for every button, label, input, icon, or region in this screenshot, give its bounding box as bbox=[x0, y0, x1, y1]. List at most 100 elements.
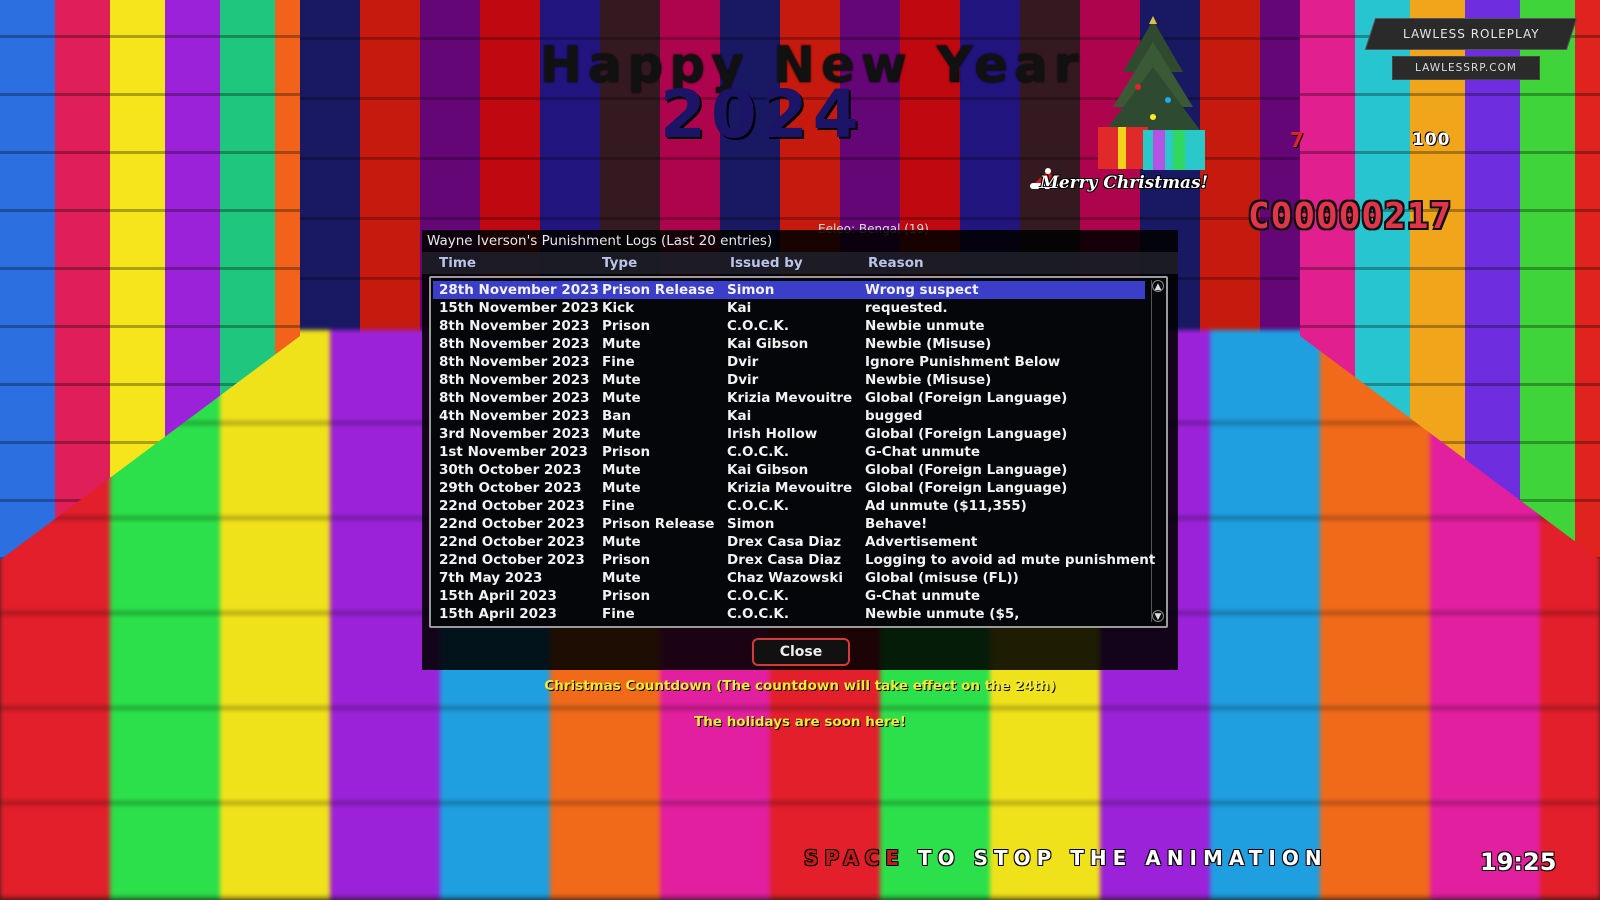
row-reason: Global (Foreign Language) bbox=[865, 426, 1068, 442]
row-time: 3rd November 2023 bbox=[439, 426, 590, 442]
row-issued-by: C.O.C.K. bbox=[727, 318, 789, 334]
row-issued-by: Kai bbox=[727, 408, 752, 424]
table-row[interactable]: 8th November 2023 Prison C.O.C.K. Newbie un… bbox=[433, 317, 1145, 335]
row-type: Mute bbox=[602, 426, 641, 442]
row-issued-by: Kai Gibson bbox=[727, 336, 809, 352]
row-time: 8th November 2023 bbox=[439, 318, 590, 334]
row-reason: bugged bbox=[865, 408, 923, 424]
health-value: 100 bbox=[1412, 130, 1451, 150]
row-reason: Ignore Punishment Below bbox=[865, 354, 1061, 370]
punishment-list[interactable]: ▲ ▼ 28th November 2023 Prison Release Simo… bbox=[429, 276, 1168, 628]
row-type: Prison bbox=[602, 588, 651, 604]
row-type: Mute bbox=[602, 480, 641, 496]
table-row[interactable]: 29th October 2023 Mute Krizia Mevouitre Glo… bbox=[433, 479, 1145, 497]
christmas-countdown-message: Christmas Countdown (The countdown will … bbox=[544, 678, 1056, 694]
table-row[interactable]: 15th April 2023 Fine C.O.C.K. Newbie unmute… bbox=[433, 605, 1145, 623]
row-time: 7th May 2023 bbox=[439, 570, 543, 586]
row-time: 29th October 2023 bbox=[439, 480, 582, 496]
row-time: 28th November 2023 bbox=[439, 282, 599, 298]
row-type: Mute bbox=[602, 372, 641, 388]
row-time: 22nd October 2023 bbox=[439, 534, 585, 550]
row-type: Mute bbox=[602, 462, 641, 478]
table-row[interactable]: 4th November 2023 Ban Kai bugged bbox=[433, 407, 1145, 425]
row-issued-by: Krizia Mevouitre bbox=[727, 390, 853, 406]
row-type: Ban bbox=[602, 408, 632, 424]
row-issued-by: Drex Casa Diaz bbox=[727, 534, 842, 550]
row-time: 15th April 2023 bbox=[439, 606, 557, 622]
table-row[interactable]: 22nd October 2023 Prison Release Simon Beha… bbox=[433, 515, 1145, 533]
row-issued-by: Simon bbox=[727, 282, 775, 298]
row-reason: Logging to avoid ad mute punishment bbox=[865, 552, 1156, 568]
table-row[interactable]: 8th November 2023 Fine Dvir Ignore Punishme… bbox=[433, 353, 1145, 371]
table-row[interactable]: 8th November 2023 Mute Kai Gibson Newbie (M… bbox=[433, 335, 1145, 353]
row-reason: Newbie (Misuse) bbox=[865, 336, 992, 352]
row-time: 30th October 2023 bbox=[439, 462, 582, 478]
row-type: Fine bbox=[602, 354, 635, 370]
row-issued-by: Dvir bbox=[727, 372, 759, 388]
stop-animation-label: TO STOP THE ANIMATION bbox=[918, 846, 1328, 870]
list-scrollbar[interactable]: ▲ ▼ bbox=[1151, 280, 1164, 622]
table-row[interactable]: 28th November 2023 Prison Release Simon Wro… bbox=[433, 281, 1145, 299]
column-header-issued-by: Issued by bbox=[730, 255, 803, 271]
row-type: Prison Release bbox=[602, 516, 715, 532]
table-row[interactable]: 1st November 2023 Prison C.O.C.K. G-Chat un… bbox=[433, 443, 1145, 461]
row-time: 15th November 2023 bbox=[439, 300, 599, 316]
row-issued-by: C.O.C.K. bbox=[727, 588, 789, 604]
row-reason: Newbie unmute bbox=[865, 318, 985, 334]
row-reason: Global (Foreign Language) bbox=[865, 480, 1068, 496]
table-row[interactable]: 3rd November 2023 Mute Irish Hollow Global … bbox=[433, 425, 1145, 443]
row-issued-by: Dvir bbox=[727, 354, 759, 370]
server-name-label: LAWLESS ROLEPLAY bbox=[1402, 27, 1540, 41]
row-reason: Newbie (Misuse) bbox=[865, 372, 992, 388]
scroll-up-icon[interactable]: ▲ bbox=[1152, 280, 1164, 292]
row-reason: G-Chat unmute bbox=[865, 444, 980, 460]
row-type: Fine bbox=[602, 498, 635, 514]
stop-animation-hint: SPACE TO STOP THE ANIMATION bbox=[804, 846, 1328, 870]
row-reason: Behave! bbox=[865, 516, 928, 532]
table-row[interactable]: 15th April 2023 Prison C.O.C.K. G-Chat unmu… bbox=[433, 587, 1145, 605]
row-reason: Advertisement bbox=[865, 534, 978, 550]
table-row[interactable]: 8th November 2023 Mute Dvir Newbie (Misuse) bbox=[433, 371, 1145, 389]
space-key-label: SPACE bbox=[804, 846, 906, 870]
row-time: 22nd October 2023 bbox=[439, 516, 585, 532]
table-row[interactable]: 22nd October 2023 Fine C.O.C.K. Ad unmute (… bbox=[433, 497, 1145, 515]
row-time: 8th November 2023 bbox=[439, 372, 590, 388]
row-reason: requested. bbox=[865, 300, 948, 316]
row-issued-by: C.O.C.K. bbox=[727, 606, 789, 622]
row-issued-by: C.O.C.K. bbox=[727, 498, 789, 514]
row-issued-by: Kai bbox=[727, 300, 752, 316]
table-row[interactable]: 22nd October 2023 Mute Drex Casa Diaz Adver… bbox=[433, 533, 1145, 551]
row-issued-by: Krizia Mevouitre bbox=[727, 480, 853, 496]
server-name-badge: LAWLESS ROLEPLAY bbox=[1364, 18, 1578, 50]
wanted-level: 7 bbox=[1290, 128, 1304, 152]
column-header-time: Time bbox=[439, 255, 477, 271]
table-row[interactable]: 15th November 2023 Kick Kai requested. bbox=[433, 299, 1145, 317]
row-reason: Global (misuse (FL)) bbox=[865, 570, 1019, 586]
row-type: Fine bbox=[602, 606, 635, 622]
row-issued-by: Chaz Wazowski bbox=[727, 570, 843, 586]
christmas-tree-icon bbox=[1098, 16, 1205, 170]
money-display: C00000217 bbox=[1248, 196, 1453, 237]
holidays-message: The holidays are soon here! bbox=[694, 714, 906, 730]
row-issued-by: Drex Casa Diaz bbox=[727, 552, 842, 568]
table-row[interactable]: 30th October 2023 Mute Kai Gibson Global (F… bbox=[433, 461, 1145, 479]
table-row[interactable]: 22nd October 2023 Prison Drex Casa Diaz Log… bbox=[433, 551, 1155, 569]
table-row[interactable]: 7th May 2023 Mute Chaz Wazowski Global (mis… bbox=[433, 569, 1145, 587]
row-time: 8th November 2023 bbox=[439, 336, 590, 352]
row-reason: Global (Foreign Language) bbox=[865, 462, 1068, 478]
row-time: 8th November 2023 bbox=[439, 354, 590, 370]
column-headers: Time Type Issued by Reason bbox=[422, 252, 1178, 274]
row-time: 15th April 2023 bbox=[439, 588, 557, 604]
table-row[interactable]: 8th November 2023 Mute Krizia Mevouitre Glo… bbox=[433, 389, 1145, 407]
row-type: Prison bbox=[602, 318, 651, 334]
merry-christmas-text: Merry Christmas! bbox=[1040, 173, 1209, 193]
year-text: 2024 bbox=[660, 76, 864, 153]
close-button[interactable]: Close bbox=[752, 638, 850, 666]
row-type: Mute bbox=[602, 534, 641, 550]
row-issued-by: Simon bbox=[727, 516, 775, 532]
scroll-down-icon[interactable]: ▼ bbox=[1152, 610, 1164, 622]
row-reason: G-Chat unmute bbox=[865, 588, 980, 604]
row-time: 22nd October 2023 bbox=[439, 498, 585, 514]
row-type: Prison bbox=[602, 444, 651, 460]
row-reason: Global (Foreign Language) bbox=[865, 390, 1068, 406]
